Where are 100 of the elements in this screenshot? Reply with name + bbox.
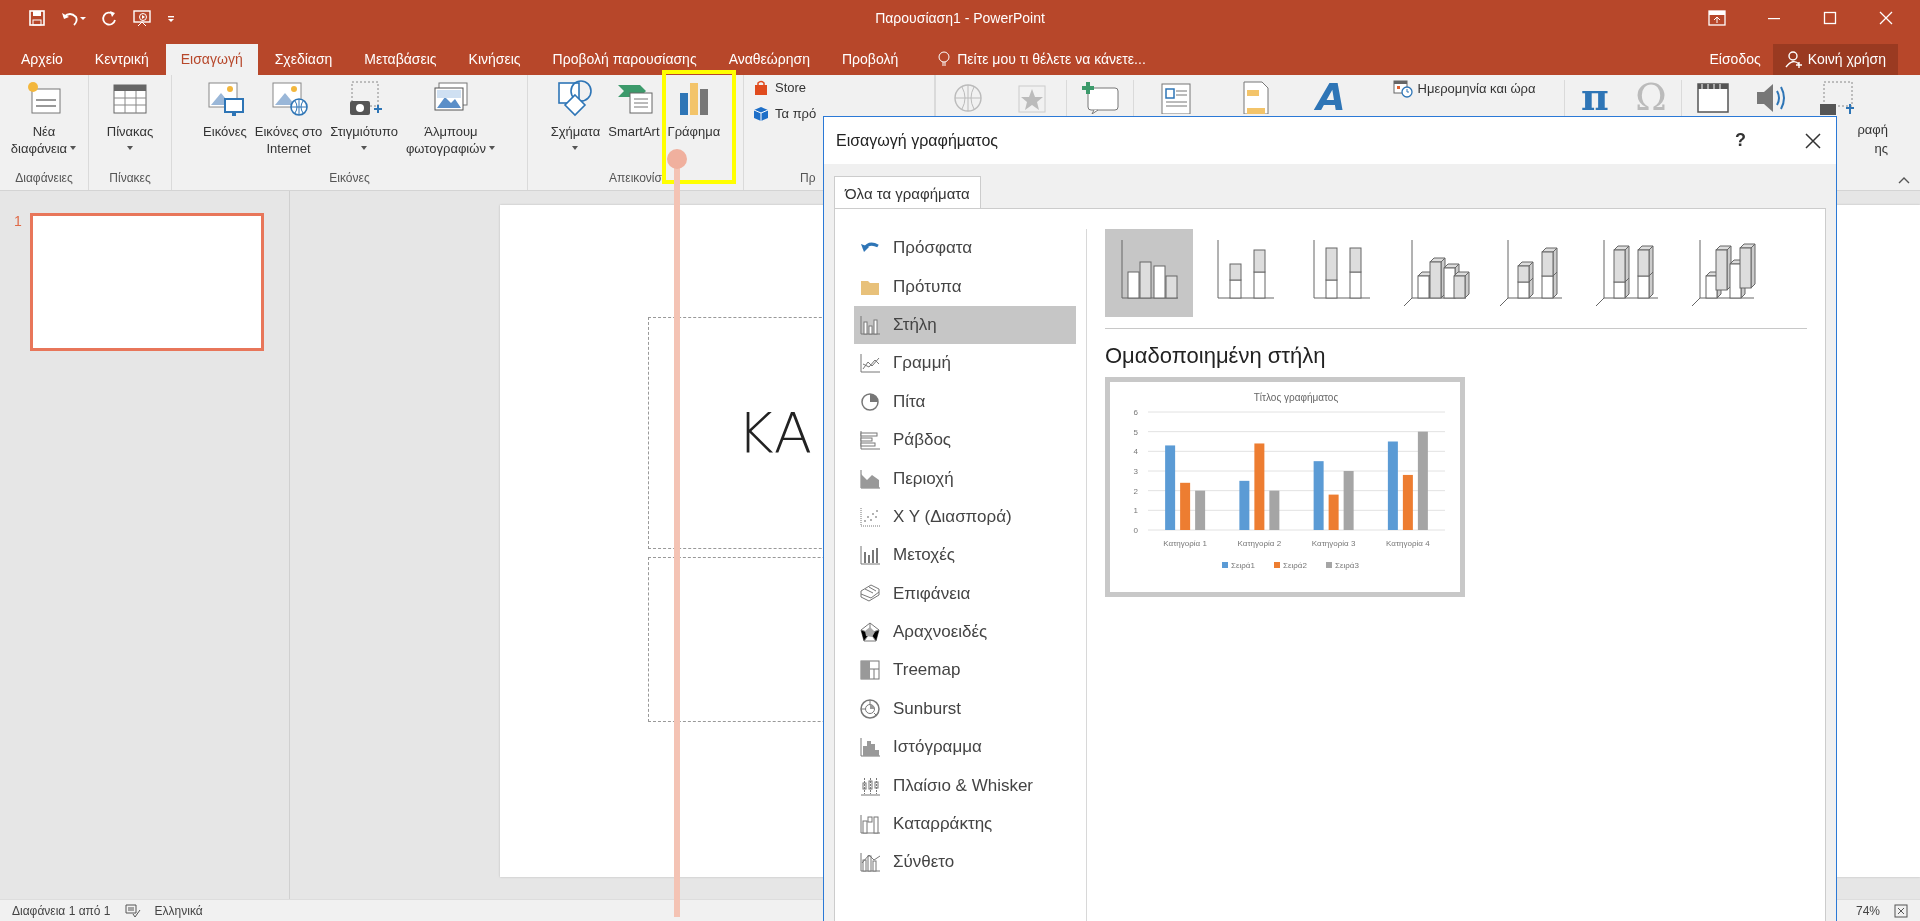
redo-icon[interactable] (100, 9, 118, 28)
person-icon (1784, 50, 1803, 69)
ribbon-tab[interactable]: Κεντρική (79, 43, 164, 75)
ribbon-tab[interactable]: Σχεδίαση (259, 43, 348, 75)
chart-title: Τίτλος γραφήματος (1253, 392, 1339, 403)
tell-me-text: Πείτε μου τι θέλετε να κάνετε... (957, 51, 1146, 68)
chart-type-item[interactable]: Αραχνοειδές (854, 612, 1076, 652)
chart-type-item[interactable]: Πρόσφατα (854, 229, 1076, 268)
chart-type-item[interactable]: Πρότυπα (854, 267, 1076, 306)
clustered-column-option[interactable] (1105, 229, 1193, 317)
line-chart-icon (859, 352, 881, 375)
chart-type-item[interactable]: Σύνθετο (854, 843, 1076, 882)
ribbon-button[interactable]: SmartArt (605, 78, 663, 171)
ribbon-button[interactable]: Στιγμιότυπο (327, 78, 401, 171)
ribbon-button[interactable]: Νέα διαφάνεια (7, 78, 81, 171)
ribbon-button[interactable]: Εικόνες (200, 78, 250, 171)
category-label: Κατηγορία 2 (1237, 539, 1282, 548)
ribbon-tab[interactable]: Προβολή παρουσίασης (537, 43, 712, 75)
ribbon-button[interactable]: Πίνακας (103, 78, 157, 171)
close-icon[interactable] (1804, 131, 1822, 150)
screen-recording-icon (1818, 79, 1854, 116)
maximize-icon[interactable] (1822, 10, 1838, 27)
slide-number: 1 (14, 212, 22, 229)
pie-chart-icon (859, 390, 881, 413)
ribbon-tab[interactable]: Κινήσεις (453, 43, 536, 75)
help-button[interactable]: ? (1735, 130, 1746, 151)
tell-me-field[interactable]: Πείτε μου τι θέλετε να κάνετε... (915, 43, 1146, 75)
cube-icon (752, 104, 770, 123)
ribbon-button[interactable]: Store (752, 78, 807, 97)
chart-type-item[interactable]: Sunburst (854, 689, 1076, 729)
fit-to-window-icon[interactable] (1894, 903, 1908, 918)
ribbon-tab[interactable]: Εισαγωγή (165, 43, 258, 75)
ribbon-display-icon[interactable] (1708, 10, 1726, 27)
bar (1343, 471, 1354, 530)
ribbon-button[interactable]: Άλμπουμ φωτογραφιών (402, 78, 499, 171)
chart-type-item[interactable]: Ιστόγραμμα (854, 728, 1076, 767)
zoom-level[interactable]: 74% (1855, 903, 1880, 918)
group-label: Πίνακες (109, 170, 151, 187)
category-label: Κατηγορία 4 (1386, 539, 1430, 548)
presenter-icon[interactable] (132, 9, 152, 28)
ribbon-button[interactable]: Εικόνες στο Internet (251, 78, 326, 171)
save-icon[interactable] (28, 9, 46, 28)
axis-tick-label: 2 (1133, 486, 1138, 496)
lightbulb-icon (937, 51, 952, 68)
bar (1269, 490, 1280, 530)
sign-in-link[interactable]: Είσοδος (1697, 43, 1773, 75)
chart-type-item[interactable]: Καταρράκτης (854, 804, 1076, 844)
axis-tick-label: 0 (1133, 526, 1138, 535)
share-button[interactable]: Κοινή χρήση (1772, 43, 1898, 75)
dialog-title: Εισαγωγή γραφήματος (836, 131, 998, 150)
caret-icon (360, 144, 369, 151)
group-label: Εικόνες (329, 170, 370, 187)
chart-type-item[interactable]: Επιφάνεια (854, 574, 1076, 613)
chart-type-item[interactable]: Treemap (854, 651, 1076, 690)
collapse-ribbon-icon[interactable] (1898, 175, 1910, 184)
chart-type-item[interactable]: Πλαίσιο & Whisker (854, 766, 1076, 805)
legend-label: Σειρά3 (1335, 561, 1359, 570)
ribbon-tab[interactable]: Αρχείο (6, 43, 78, 75)
chart-type-item[interactable]: Γραμμή (854, 344, 1076, 383)
group-label: Απεικονίσ (609, 170, 662, 187)
axis-tick-label: 5 (1133, 427, 1138, 437)
axis-tick-label: 1 (1133, 506, 1138, 516)
wordart-glyph[interactable]: A (1316, 79, 1346, 114)
ribbon-tab[interactable]: Μεταβάσεις (349, 43, 452, 75)
chart-type-item[interactable]: X Y (Διασπορά) (854, 497, 1076, 537)
caret-icon (69, 145, 78, 152)
category-label: Κατηγορία 3 (1311, 539, 1356, 548)
slide-thumbnail[interactable] (30, 212, 264, 351)
ribbon-button[interactable]: Σχήματα (547, 78, 604, 171)
caret-icon (487, 145, 496, 152)
area-chart-icon (859, 467, 881, 490)
bar (1313, 461, 1324, 530)
calendar-clock-icon (1392, 79, 1413, 98)
slide-count: Διαφάνεια 1 από 1 (12, 903, 111, 918)
chart-subtype-title: Ομαδοποιημένη στήλη (1105, 343, 1327, 369)
bar (1239, 480, 1250, 530)
combo-chart-icon (859, 851, 881, 874)
chart-type-item[interactable]: Στήλη (854, 305, 1076, 345)
equation-glyph[interactable]: π (1581, 79, 1609, 114)
ribbon-tab[interactable]: Προβολή (827, 43, 914, 75)
ribbon-button[interactable]: Ημερομηνία και ώρα (1392, 79, 1536, 98)
screen-recording-button[interactable]: ραφή ης (1808, 79, 1888, 158)
stock-chart-icon (859, 544, 881, 567)
bar (1180, 482, 1191, 530)
chart-preview[interactable]: Τίτλος γραφήματος 0 1 2 3 4 5 6 Κατηγορία 1 Κατηγορία 2 Κατηγορία 3 Κατηγορία 4 Σειρά1 Σειρά2 Σειρά3 (1105, 377, 1465, 597)
waterfall-chart-icon (859, 813, 881, 836)
spelling-check-icon[interactable] (124, 903, 141, 918)
dialog-tab[interactable]: Όλα τα γραφήματα (834, 176, 981, 209)
histogram-icon (859, 736, 881, 759)
treemap-icon (859, 659, 881, 682)
store-icon (752, 78, 770, 97)
bar-chart-icon (859, 429, 881, 452)
comment-icon[interactable] (1080, 79, 1120, 114)
chart-type-item[interactable]: Περιοχή (854, 459, 1076, 498)
ribbon-tab[interactable]: Αναθεώρηση (713, 43, 825, 75)
ribbon-button[interactable]: Τα πρό (752, 104, 817, 123)
chart-type-item[interactable]: Ράβδος (854, 420, 1076, 460)
chart-type-item[interactable]: Πίτα (854, 382, 1076, 421)
language-indicator[interactable]: Ελληνικά (154, 903, 203, 918)
chart-type-item[interactable]: Μετοχές (854, 536, 1076, 575)
